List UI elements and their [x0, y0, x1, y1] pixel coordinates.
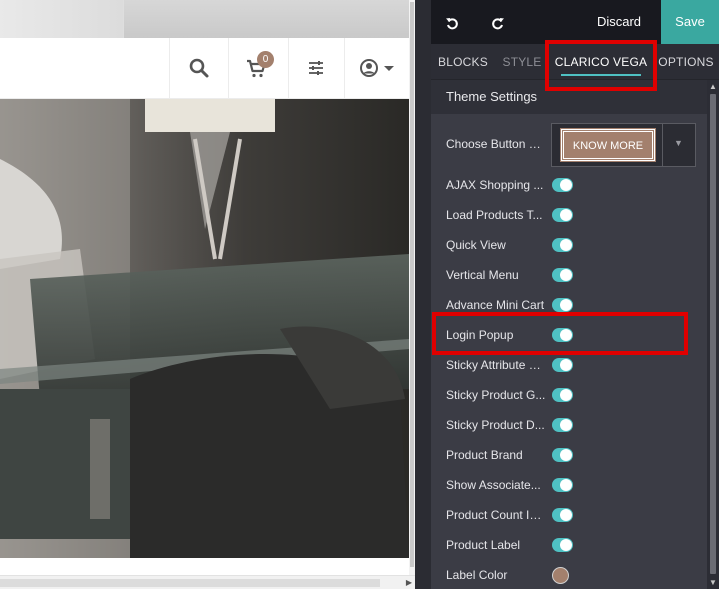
setting-toggle[interactable] — [552, 448, 573, 462]
color-swatch[interactable] — [552, 567, 569, 584]
setting-label: Login Popup — [446, 328, 514, 342]
setting-row-sticky-product-g: Sticky Product G... — [431, 380, 707, 410]
editor-topbar: Discard Save — [431, 0, 719, 44]
chevron-down-icon[interactable] — [382, 56, 406, 80]
button-style-select[interactable]: KNOW MORE ▼ — [551, 123, 696, 167]
setting-label: Quick View — [446, 238, 506, 252]
undo-icon — [446, 17, 458, 29]
website-preview: 0 ▶ — [0, 0, 415, 589]
tab-blocks[interactable]: BLOCKS — [435, 44, 491, 80]
tab-clarico-vega[interactable]: CLARICO VEGA — [553, 44, 649, 80]
setting-label: Sticky Product G... — [446, 388, 546, 402]
setting-label: Advance Mini Cart — [446, 298, 545, 312]
setting-row-sticky-product-d: Sticky Product D... — [431, 410, 707, 440]
setting-row-label-color: Label Color — [431, 560, 707, 589]
setting-toggle[interactable] — [552, 328, 573, 342]
editor-tabs: BLOCKS STYLE CLARICO VEGA OPTIONS — [431, 44, 719, 80]
setting-toggle[interactable] — [552, 508, 573, 522]
save-button[interactable]: Save — [661, 0, 719, 44]
undo-button[interactable] — [439, 0, 465, 44]
user-circle-icon[interactable] — [358, 56, 382, 80]
setting-label: Show Associate... — [446, 478, 541, 492]
button-style-row: Choose Button S... KNOW MORE ▼ — [431, 120, 707, 168]
setting-toggle[interactable] — [552, 298, 573, 312]
tab-clarico-vega-label: CLARICO VEGA — [554, 55, 648, 69]
editor-gutter — [415, 0, 431, 589]
setting-row-product-label: Product Label — [431, 530, 707, 560]
setting-toggle[interactable] — [552, 388, 573, 402]
setting-row-show-associate: Show Associate... — [431, 470, 707, 500]
setting-label: Load Products T... — [446, 208, 543, 222]
tab-style[interactable]: STYLE — [500, 44, 544, 80]
setting-row-product-brand: Product Brand — [431, 440, 707, 470]
setting-label: Sticky Product D... — [446, 418, 545, 432]
chevron-down-icon: ▼ — [674, 138, 683, 148]
setting-toggle[interactable] — [552, 538, 573, 552]
button-style-preview: KNOW MORE — [560, 128, 656, 162]
editor-panel: Discard Save BLOCKS STYLE CLARICO VEGA O… — [431, 0, 719, 589]
setting-row-advance-mini-cart: Advance Mini Cart — [431, 290, 707, 320]
setting-row-vertical-menu: Vertical Menu — [431, 260, 707, 290]
setting-toggle[interactable] — [552, 238, 573, 252]
site-navbar — [0, 38, 409, 99]
panel-vertical-scrollbar[interactable]: ▲ ▼ — [707, 80, 719, 589]
hero-image — [0, 99, 409, 558]
setting-toggle[interactable] — [552, 478, 573, 492]
section-title: Theme Settings — [431, 80, 707, 114]
setting-row-ajax-shopping: AJAX Shopping ... — [431, 170, 707, 200]
horizontal-scrollbar[interactable]: ▶ — [0, 575, 415, 589]
setting-label: Product Label — [446, 538, 521, 552]
setting-toggle[interactable] — [552, 358, 573, 372]
page-bottom — [0, 558, 409, 575]
setting-label: Product Brand — [446, 448, 523, 462]
setting-row-sticky-attribute: Sticky Attribute &... — [431, 350, 707, 380]
search-icon[interactable] — [187, 56, 211, 80]
setting-row-quick-view: Quick View — [431, 230, 707, 260]
setting-row-login-popup: Login Popup — [431, 320, 707, 350]
setting-toggle[interactable] — [552, 418, 573, 432]
tab-options[interactable]: OPTIONS — [657, 44, 715, 80]
setting-label: Vertical Menu — [446, 268, 519, 282]
setting-label: Sticky Attribute &... — [446, 358, 546, 372]
setting-label: AJAX Shopping ... — [446, 178, 544, 192]
setting-label: Label Color — [446, 568, 508, 582]
setting-toggle[interactable] — [552, 268, 573, 282]
sliders-icon[interactable] — [304, 56, 328, 80]
button-style-label: Choose Button S... — [446, 137, 546, 151]
redo-button[interactable] — [485, 0, 511, 44]
active-tab-indicator — [561, 74, 641, 76]
setting-toggle[interactable] — [552, 178, 573, 192]
setting-row-product-count-in: Product Count In... — [431, 500, 707, 530]
setting-row-load-products-t: Load Products T... — [431, 200, 707, 230]
cart-count-badge: 0 — [257, 51, 274, 68]
top-image-strip — [0, 0, 409, 38]
setting-label: Product Count In... — [446, 508, 546, 522]
redo-icon — [492, 17, 504, 29]
setting-toggle[interactable] — [552, 208, 573, 222]
discard-button[interactable]: Discard — [591, 0, 647, 44]
